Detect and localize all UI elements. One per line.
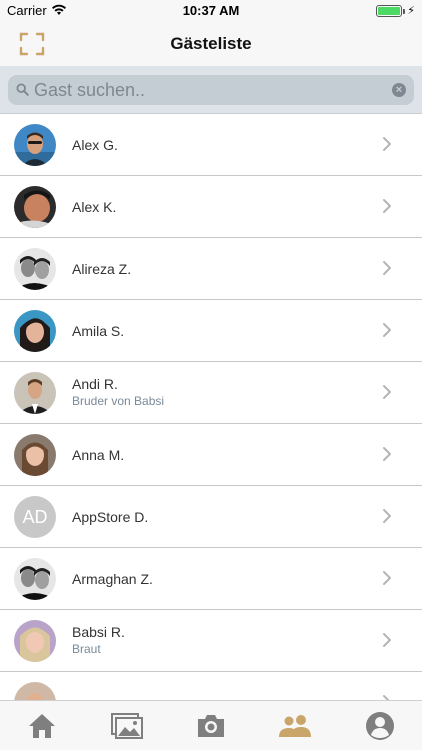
- people-icon: [279, 714, 312, 737]
- page-title: Gästeliste: [170, 34, 252, 53]
- clear-icon[interactable]: ×: [392, 83, 406, 97]
- avatar: [14, 558, 56, 600]
- search-field[interactable]: ×: [8, 75, 414, 105]
- guest-list: Alex G. Alex K. Alireza Z. Amila S. Andi…: [0, 114, 422, 700]
- guest-subtitle: Bruder von Babsi: [72, 394, 165, 408]
- camera-icon: [198, 714, 225, 737]
- list-item[interactable]: Babsi R. Braut: [0, 610, 422, 672]
- list-item[interactable]: Amila S.: [0, 300, 422, 362]
- avatar: [14, 372, 56, 414]
- chevron-right-icon: [383, 633, 391, 647]
- chevron-right-icon: [383, 137, 391, 151]
- avatar: [14, 620, 56, 662]
- guest-name: Anna M.: [72, 447, 125, 463]
- tab-profile[interactable]: [338, 701, 422, 750]
- clock: 10:37 AM: [182, 3, 240, 18]
- tab-gallery[interactable]: [84, 701, 168, 750]
- search-bar: ×: [0, 66, 422, 114]
- charging-icon: ⚡: [407, 5, 415, 17]
- tab-bar: [0, 700, 422, 750]
- list-item[interactable]: Alex K.: [0, 176, 422, 238]
- chevron-right-icon: [383, 323, 391, 337]
- avatar: [14, 682, 56, 700]
- search-input[interactable]: [34, 75, 384, 105]
- avatar: [14, 186, 56, 228]
- list-item[interactable]: Armaghan Z.: [0, 548, 422, 610]
- list-item[interactable]: Anna M.: [0, 424, 422, 486]
- guest-name: Armaghan Z.: [72, 571, 153, 587]
- status-bar: Carrier 10:37 AM ⚡: [0, 0, 422, 22]
- navigation-bar: Gästeliste: [0, 22, 422, 66]
- avatar-initials: AD: [14, 496, 56, 538]
- list-item-partial[interactable]: [0, 672, 422, 700]
- guest-name: Babsi R.: [72, 624, 125, 640]
- chevron-right-icon: [383, 447, 391, 461]
- avatar: [14, 124, 56, 166]
- battery-tip: [403, 9, 405, 14]
- list-item[interactable]: Andi R. Bruder von Babsi: [0, 362, 422, 424]
- guest-name: Andi R.: [72, 376, 118, 392]
- images-icon: [110, 712, 143, 739]
- chevron-right-icon: [383, 571, 391, 585]
- search-icon: [16, 83, 29, 96]
- chevron-right-icon: [383, 261, 391, 275]
- list-item[interactable]: AD AppStore D.: [0, 486, 422, 548]
- tab-camera[interactable]: [169, 701, 253, 750]
- guest-name: Alireza Z.: [72, 261, 132, 277]
- avatar: [14, 248, 56, 290]
- battery-icon: [376, 5, 402, 17]
- chevron-right-icon: [383, 509, 391, 523]
- guest-name: Amila S.: [72, 323, 125, 339]
- guest-name: Alex K.: [72, 199, 117, 215]
- avatar: [14, 310, 56, 352]
- tab-guests[interactable]: [253, 701, 337, 750]
- guest-subtitle: Braut: [72, 642, 101, 656]
- avatar: [14, 434, 56, 476]
- chevron-right-icon: [383, 199, 391, 213]
- account-icon: [365, 711, 394, 740]
- list-item[interactable]: Alex G.: [0, 114, 422, 176]
- list-item[interactable]: Alireza Z.: [0, 238, 422, 300]
- tab-home[interactable]: [0, 701, 84, 750]
- chevron-right-icon: [383, 385, 391, 399]
- guest-name: Alex G.: [72, 137, 118, 153]
- home-icon: [29, 713, 56, 738]
- guest-name: AppStore D.: [72, 509, 149, 525]
